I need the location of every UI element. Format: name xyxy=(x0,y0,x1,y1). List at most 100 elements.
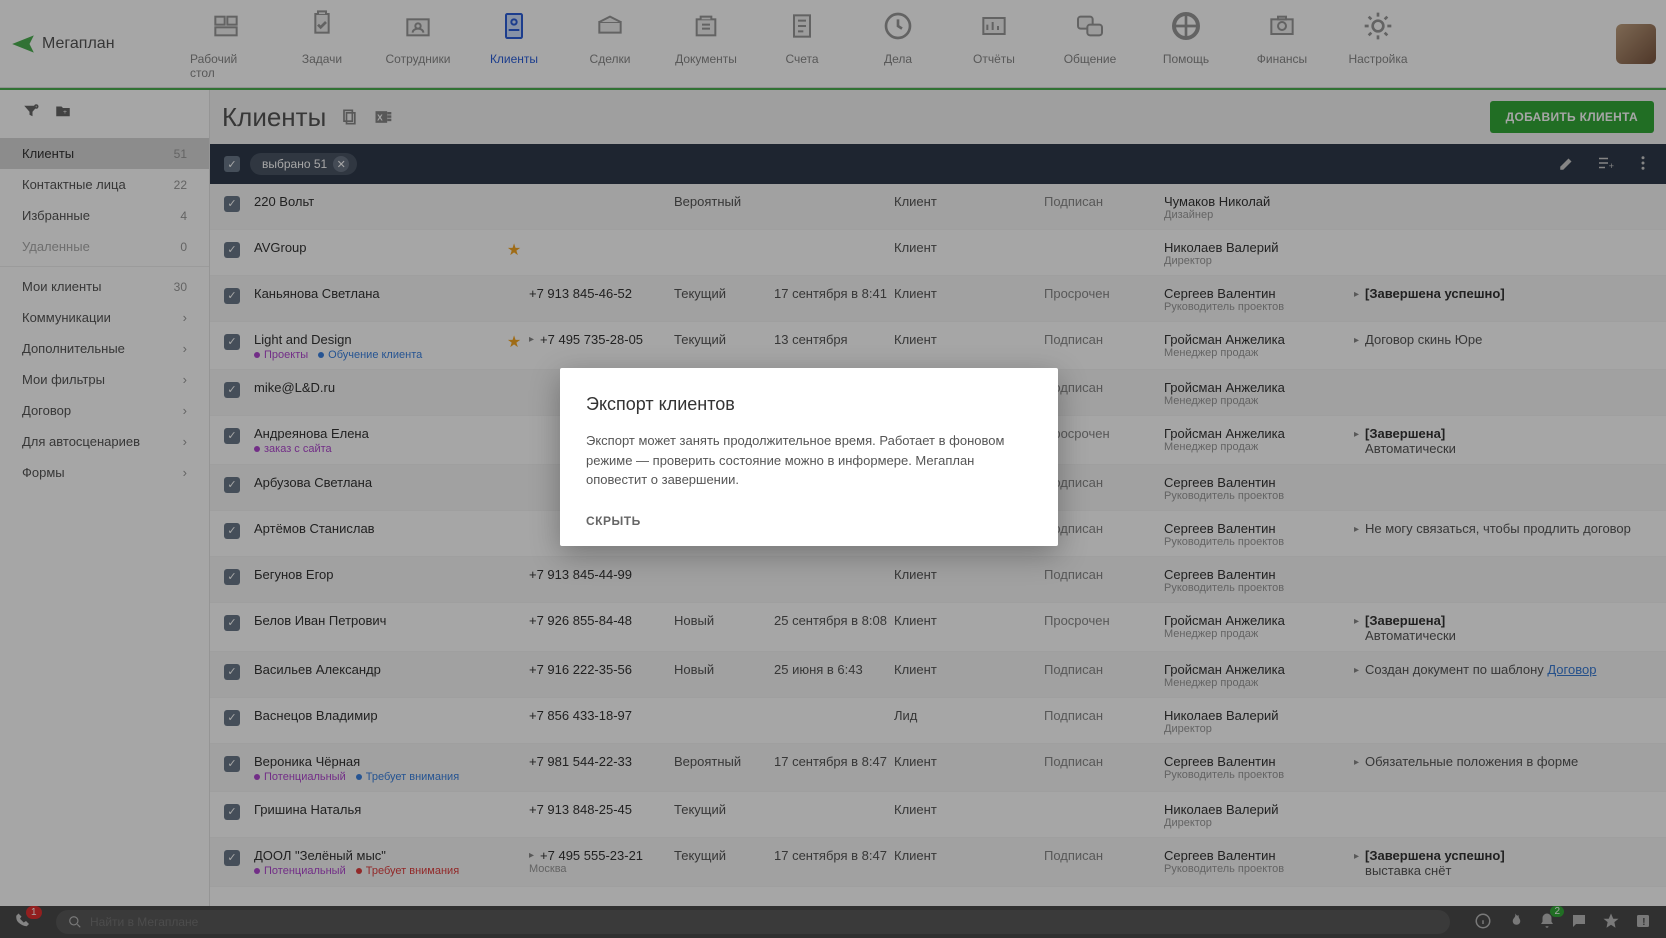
star-footer-icon[interactable] xyxy=(1602,912,1620,933)
sidebar-secondary-5[interactable]: Для автосценариев› xyxy=(0,426,209,457)
expand-caret-icon[interactable]: ▸ xyxy=(529,850,534,861)
expand-caret-icon[interactable]: ▸ xyxy=(1354,286,1359,301)
expand-caret-icon[interactable]: ▸ xyxy=(1354,848,1359,878)
table-row[interactable]: ✓AVGroup★КлиентНиколаев ВалерийДиректор xyxy=(210,230,1666,276)
chat-icon[interactable] xyxy=(1570,912,1588,933)
info-icon[interactable] xyxy=(1474,912,1492,933)
star-icon[interactable] xyxy=(499,519,529,521)
nav-item-6[interactable]: Счета xyxy=(766,8,838,66)
phone-icon[interactable]: 1 xyxy=(14,912,32,933)
expand-caret-icon[interactable]: ▸ xyxy=(1354,754,1359,769)
alert-icon[interactable]: ! xyxy=(1634,912,1652,933)
expand-caret-icon[interactable]: ▸ xyxy=(529,334,534,345)
star-icon[interactable] xyxy=(499,846,529,848)
star-icon[interactable] xyxy=(499,378,529,380)
sidebar-primary-1[interactable]: Контактные лица22 xyxy=(0,169,209,200)
nav-item-3[interactable]: Клиенты xyxy=(478,8,550,66)
expand-caret-icon[interactable]: ▸ xyxy=(1354,613,1359,643)
row-checkbox[interactable]: ✓ xyxy=(224,756,240,772)
nav-item-2[interactable]: Сотрудники xyxy=(382,8,454,66)
row-checkbox[interactable]: ✓ xyxy=(224,523,240,539)
row-checkbox[interactable]: ✓ xyxy=(224,850,240,866)
star-icon[interactable]: ★ xyxy=(499,330,529,352)
star-icon[interactable] xyxy=(499,660,529,662)
nav-item-9[interactable]: Общение xyxy=(1054,8,1126,66)
table-row[interactable]: ✓Каньянова Светлана+7 913 845-46-52Текущ… xyxy=(210,276,1666,322)
sidebar-secondary-0[interactable]: Мои клиенты30 xyxy=(0,271,209,302)
search-input[interactable] xyxy=(90,915,1438,929)
star-icon[interactable] xyxy=(499,706,529,708)
nav-item-4[interactable]: Сделки xyxy=(574,8,646,66)
filter-add-icon[interactable]: + xyxy=(22,102,40,123)
expand-caret-icon[interactable]: ▸ xyxy=(1354,521,1359,536)
sidebar-primary-2[interactable]: Избранные4 xyxy=(0,200,209,231)
table-row[interactable]: ✓Вероника ЧёрнаяПотенциальныйТребует вни… xyxy=(210,744,1666,792)
row-checkbox[interactable]: ✓ xyxy=(224,288,240,304)
row-checkbox[interactable]: ✓ xyxy=(224,710,240,726)
nav-item-10[interactable]: Помощь xyxy=(1150,8,1222,66)
nav-item-11[interactable]: Финансы xyxy=(1246,8,1318,66)
row-checkbox[interactable]: ✓ xyxy=(224,196,240,212)
global-search[interactable] xyxy=(56,910,1450,934)
nav-item-7[interactable]: Дела xyxy=(862,8,934,66)
nav-item-5[interactable]: Документы xyxy=(670,8,742,66)
copy-icon[interactable] xyxy=(338,106,360,128)
row-checkbox[interactable]: ✓ xyxy=(224,664,240,680)
star-icon[interactable] xyxy=(499,752,529,754)
edit-icon[interactable] xyxy=(1558,154,1576,175)
note-link[interactable]: Договор xyxy=(1547,662,1596,677)
table-row[interactable]: ✓220 ВольтВероятныйКлиентПодписанЧумаков… xyxy=(210,184,1666,230)
nav-item-12[interactable]: Настройка xyxy=(1342,8,1414,66)
table-row[interactable]: ✓Васильев Александр+7 916 222-35-56Новый… xyxy=(210,652,1666,698)
excel-export-icon[interactable]: X xyxy=(372,106,394,128)
select-all-checkbox[interactable]: ✓ xyxy=(224,156,240,172)
star-icon[interactable] xyxy=(499,611,529,613)
row-checkbox[interactable]: ✓ xyxy=(224,615,240,631)
sidebar-secondary-3[interactable]: Мои фильтры› xyxy=(0,364,209,395)
sidebar-secondary-6[interactable]: Формы› xyxy=(0,457,209,488)
star-icon[interactable] xyxy=(499,800,529,802)
sidebar-primary-0[interactable]: Клиенты51 xyxy=(0,138,209,169)
table-row[interactable]: ✓Гришина Наталья+7 913 848-25-45ТекущийК… xyxy=(210,792,1666,838)
add-client-button[interactable]: ДОБАВИТЬ КЛИЕНТА xyxy=(1490,101,1654,133)
table-row[interactable]: ✓ДООЛ "Зелёный мыс"ПотенциальныйТребует … xyxy=(210,838,1666,887)
star-icon[interactable] xyxy=(499,565,529,567)
row-checkbox[interactable]: ✓ xyxy=(224,569,240,585)
flame-icon[interactable] xyxy=(1506,912,1524,933)
manager-cell: Гройсман АнжеликаМенеджер продаж xyxy=(1164,330,1354,359)
user-avatar[interactable] xyxy=(1616,24,1656,64)
star-icon[interactable] xyxy=(499,284,529,286)
bell-icon[interactable]: 2 xyxy=(1538,912,1556,933)
row-checkbox[interactable]: ✓ xyxy=(224,242,240,258)
modal-close-button[interactable]: СКРЫТЬ xyxy=(586,514,1032,528)
row-checkbox[interactable]: ✓ xyxy=(224,334,240,350)
row-checkbox[interactable]: ✓ xyxy=(224,382,240,398)
table-row[interactable]: ✓Light and DesignПроектыОбучение клиента… xyxy=(210,322,1666,370)
table-row[interactable]: ✓Бегунов Егор+7 913 845-44-99КлиентПодпи… xyxy=(210,557,1666,603)
row-checkbox[interactable]: ✓ xyxy=(224,804,240,820)
star-icon[interactable] xyxy=(499,473,529,475)
sidebar-primary-3[interactable]: Удаленные0 xyxy=(0,231,209,262)
nav-item-0[interactable]: Рабочий стол xyxy=(190,8,262,80)
table-row[interactable]: ✓Белов Иван Петрович+7 926 855-84-48Новы… xyxy=(210,603,1666,652)
star-icon[interactable]: ★ xyxy=(499,238,529,260)
nav-item-8[interactable]: Отчёты xyxy=(958,8,1030,66)
nav-item-1[interactable]: Задачи xyxy=(286,8,358,66)
logo[interactable]: Мегаплан xyxy=(10,31,180,57)
expand-caret-icon[interactable]: ▸ xyxy=(1354,332,1359,347)
list-add-icon[interactable]: + xyxy=(1596,154,1614,175)
clear-selection-icon[interactable]: ✕ xyxy=(333,156,349,172)
table-row[interactable]: ✓Васнецов Владимир+7 856 433-18-97ЛидПод… xyxy=(210,698,1666,744)
expand-caret-icon[interactable]: ▸ xyxy=(1354,662,1359,677)
star-icon[interactable] xyxy=(499,424,529,426)
row-checkbox[interactable]: ✓ xyxy=(224,477,240,493)
expand-caret-icon[interactable]: ▸ xyxy=(1354,426,1359,456)
sidebar-secondary-4[interactable]: Договор› xyxy=(0,395,209,426)
more-icon[interactable] xyxy=(1634,154,1652,175)
star-icon[interactable] xyxy=(499,192,529,194)
row-checkbox[interactable]: ✓ xyxy=(224,428,240,444)
client-name: Артёмов Станислав xyxy=(254,521,499,536)
sidebar-secondary-1[interactable]: Коммуникации› xyxy=(0,302,209,333)
sidebar-secondary-2[interactable]: Дополнительные› xyxy=(0,333,209,364)
folder-add-icon[interactable]: + xyxy=(54,102,72,123)
